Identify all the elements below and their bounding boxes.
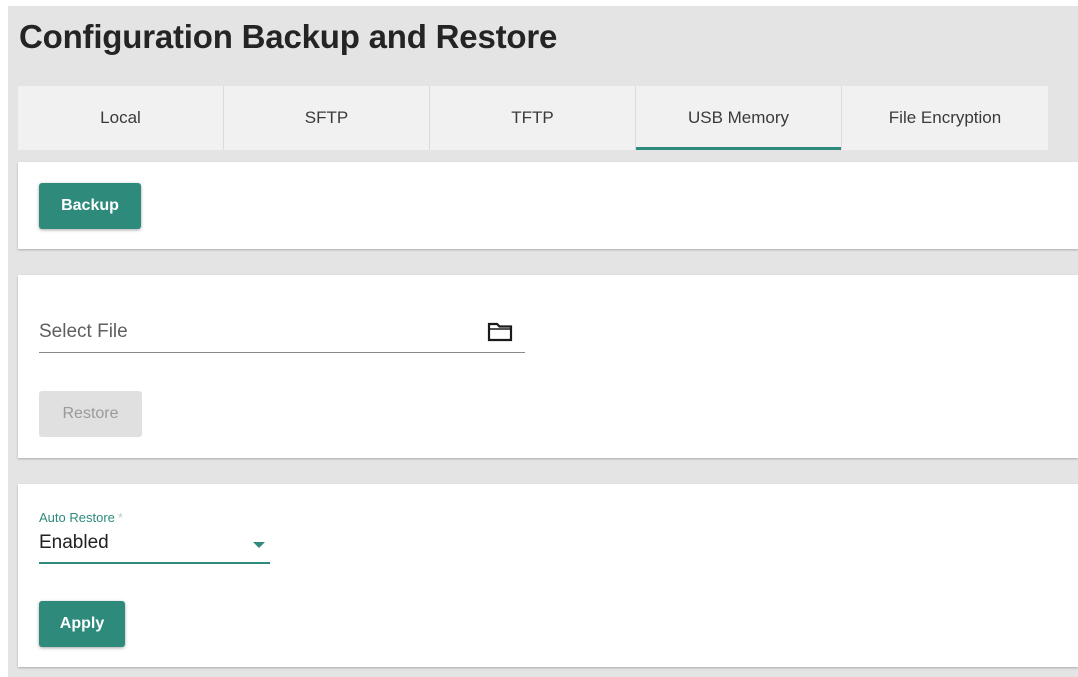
- tab-bar: Local SFTP TFTP USB Memory File Encrypti…: [18, 86, 1048, 150]
- backup-button[interactable]: Backup: [39, 183, 141, 229]
- select-file-placeholder: Select File: [39, 321, 128, 342]
- apply-button[interactable]: Apply: [39, 601, 125, 647]
- restore-button[interactable]: Restore: [39, 391, 142, 437]
- backup-card: Backup: [18, 162, 1078, 249]
- tab-file-encryption[interactable]: File Encryption: [842, 86, 1048, 150]
- tab-usb-memory[interactable]: USB Memory: [636, 86, 842, 150]
- auto-restore-label-text: Auto Restore: [39, 510, 115, 525]
- dropdown-arrow-icon[interactable]: [253, 542, 265, 548]
- auto-restore-card: Auto Restore * Enabled Apply: [18, 484, 1078, 667]
- tab-sftp[interactable]: SFTP: [224, 86, 430, 150]
- auto-restore-label: Auto Restore *: [39, 510, 123, 525]
- select-file-field[interactable]: Select File: [39, 315, 525, 353]
- auto-restore-value: Enabled: [39, 532, 109, 553]
- required-mark: *: [117, 510, 123, 525]
- page-title: Configuration Backup and Restore: [19, 18, 558, 55]
- tab-local[interactable]: Local: [18, 86, 224, 150]
- auto-restore-select[interactable]: Enabled: [39, 528, 270, 564]
- folder-icon[interactable]: [487, 322, 513, 342]
- restore-card: Select File Restore: [18, 275, 1078, 458]
- page-container: Configuration Backup and Restore Local S…: [8, 6, 1078, 677]
- tab-tftp[interactable]: TFTP: [430, 86, 636, 150]
